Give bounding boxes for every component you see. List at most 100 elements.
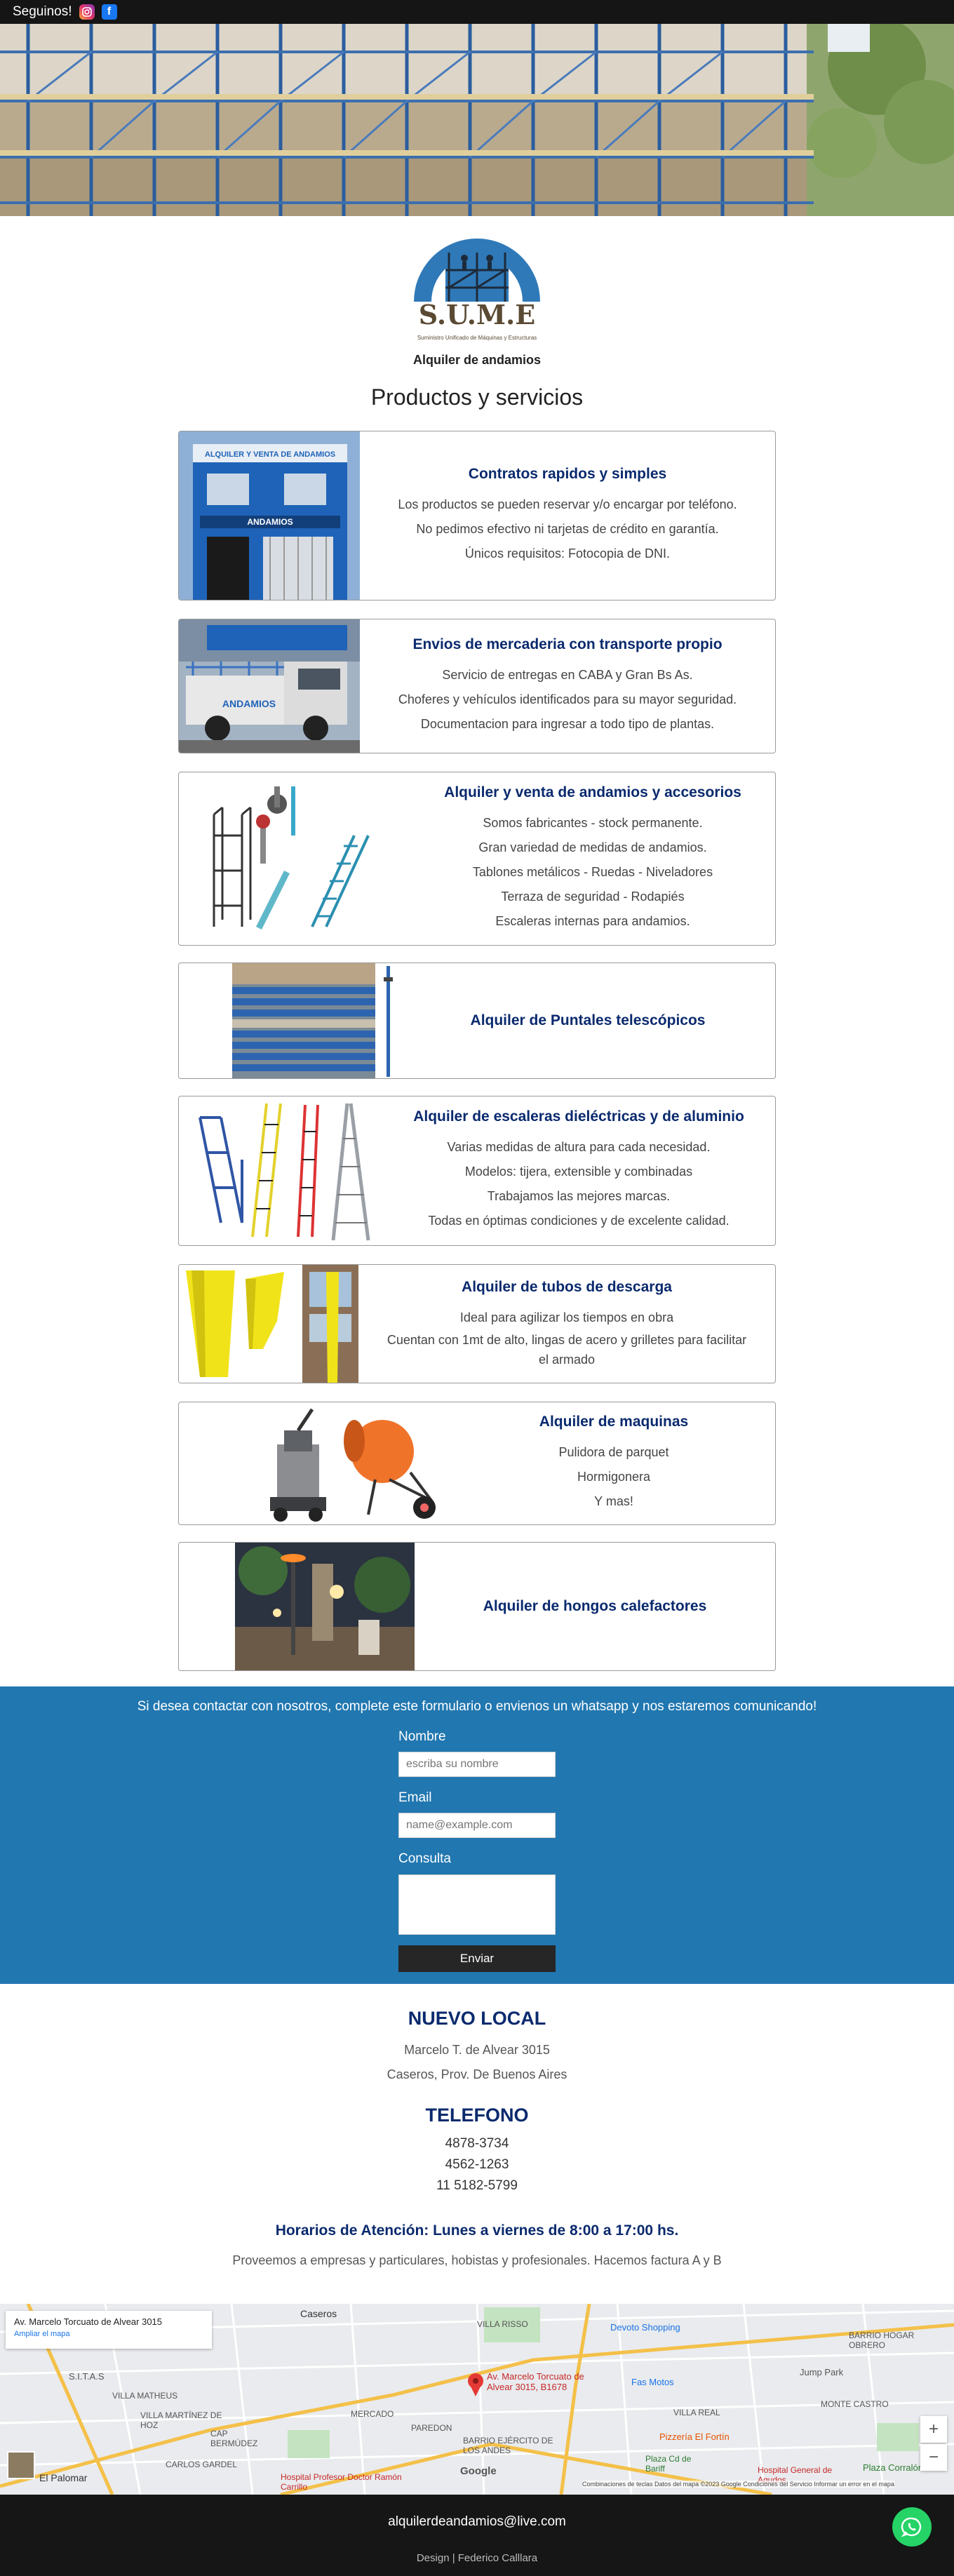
- svg-text:ANDAMIOS: ANDAMIOS: [247, 517, 293, 527]
- phone-number: 4878-3734: [445, 2136, 509, 2151]
- contact-intro: Si desea contactar con nosotros, complet…: [137, 1699, 817, 1714]
- map-label: VILLA REAL: [673, 2408, 720, 2417]
- service-line: Gran variedad de medidas de andamios.: [478, 840, 707, 854]
- map-attribution: Combinaciones de teclas Datos del mapa ©…: [582, 2481, 894, 2488]
- map-label: Caseros: [300, 2308, 337, 2319]
- service-card: Alquiler y venta de andamios y accesorio…: [178, 772, 776, 946]
- service-line: Tablones metálicos - Ruedas - Niveladore…: [472, 864, 713, 879]
- map-enlarge-link[interactable]: Ampliar el mapa: [14, 2330, 203, 2338]
- street-view-thumbnail[interactable]: [7, 2451, 35, 2479]
- service-line: Escaleras internas para andamios.: [495, 913, 690, 928]
- providers-note: Proveemos a empresas y particulares, hob…: [232, 2253, 722, 2267]
- logo-subtext: Suministro Unificado de Máquinas y Estru…: [417, 335, 537, 341]
- message-textarea[interactable]: [398, 1874, 556, 1935]
- phone-number: 11 5182-5799: [436, 2178, 518, 2193]
- map-label: Plaza Cd de Bariff: [645, 2454, 692, 2474]
- service-card: Alquiler de escaleras dieléctricas y de …: [178, 1096, 776, 1246]
- svg-text:ALQUILER Y VENTA DE ANDAMIOS: ALQUILER Y VENTA DE ANDAMIOS: [205, 450, 335, 459]
- location-map[interactable]: Av. Marcelo Torcuato de Alvear 3015 Ampl…: [0, 2304, 954, 2495]
- service-title: Alquiler de hongos calefactores: [483, 1598, 707, 1614]
- service-line: Modelos: tijera, extensible y combinadas: [464, 1165, 693, 1179]
- service-line: Pulidora de parquet: [558, 1444, 669, 1459]
- map-label: BARRIO EJÉRCITO DE LOS ANDES: [463, 2436, 553, 2455]
- service-line: Y mas!: [594, 1494, 633, 1508]
- whatsapp-button[interactable]: [892, 2507, 932, 2547]
- instagram-icon[interactable]: [79, 4, 95, 20]
- map-label: Plaza Corralón: [863, 2462, 923, 2473]
- map-label: PAREDON: [411, 2423, 452, 2433]
- service-line: Ideal para agilizar los tiempos en obra: [459, 1310, 674, 1324]
- service-card: Alquiler de Puntales telescópicos: [178, 962, 776, 1079]
- phone-heading: TELEFONO: [425, 2105, 529, 2126]
- service-line: Documentacion para ingresar a todo tipo …: [420, 716, 715, 731]
- storefront-image: ALQUILER Y VENTA DE ANDAMIOS ANDAMIOS: [179, 431, 360, 600]
- service-title: Alquiler de tubos de descarga: [462, 1278, 672, 1295]
- service-title: Alquiler de maquinas: [539, 1413, 689, 1430]
- message-label: Consulta: [398, 1851, 451, 1866]
- footer-email[interactable]: alquilerdeandamios@live.com: [0, 2514, 954, 2530]
- business-hours: Horarios de Atención: Lunes a viernes de…: [275, 2222, 679, 2239]
- service-title: Alquiler de escaleras dieléctricas y de …: [413, 1108, 744, 1125]
- phone-number: 4562-1263: [445, 2157, 509, 2172]
- map-label: VILLA RISSO: [477, 2319, 528, 2329]
- delivery-truck-image: ANDAMIOS: [179, 619, 360, 753]
- service-line: Cuentan con 1mt de alto, lingas de acero…: [387, 1332, 747, 1367]
- map-pin-label: Av. Marcelo Torcuato de Alvear 3015, B16…: [487, 2371, 584, 2392]
- brand-tagline: Alquiler de andamios: [412, 353, 542, 367]
- map-label: Devoto Shopping: [610, 2322, 680, 2333]
- telescopic-props-image: [232, 963, 401, 1078]
- map-label: CAP BERMÚDEZ: [210, 2429, 258, 2448]
- service-line: Terraza de seguridad - Rodapiés: [501, 889, 685, 904]
- machines-image: [249, 1402, 452, 1524]
- google-logo: Google: [460, 2465, 497, 2477]
- scaffold-accessories-image: [200, 772, 382, 945]
- footer: alquilerdeandamios@live.com Design | Fed…: [0, 2495, 954, 2576]
- whatsapp-icon: [901, 2517, 922, 2537]
- map-label: VILLA MATHEUS: [112, 2391, 178, 2401]
- location-heading: NUEVO LOCAL: [408, 2008, 546, 2029]
- service-line: Servicio de entregas en CABA y Gran Bs A…: [442, 667, 693, 682]
- email-label: Email: [398, 1790, 432, 1805]
- service-line: Hormigonera: [577, 1469, 651, 1484]
- social-bar: Seguinos! f: [0, 0, 954, 24]
- hero-scaffolding-image: [0, 24, 954, 216]
- service-line: Choferes y vehículos identificados para …: [398, 692, 737, 706]
- map-label: CARLOS GARDEL: [166, 2460, 238, 2469]
- map-label: VILLA MARTÍNEZ DE HOZ: [140, 2410, 222, 2430]
- service-card: Alquiler de hongos calefactores: [178, 1542, 776, 1671]
- zoom-out-button[interactable]: −: [920, 2444, 947, 2471]
- map-label: S.I.T.A.S: [69, 2371, 105, 2382]
- discharge-tubes-image: [179, 1265, 358, 1383]
- service-title: Envios de mercaderia con transporte prop…: [412, 636, 723, 652]
- service-line: Todas en óptimas condiciones y de excele…: [428, 1214, 730, 1228]
- svg-text:ANDAMIOS: ANDAMIOS: [222, 698, 276, 709]
- facebook-icon[interactable]: f: [101, 4, 117, 20]
- map-place-card: Av. Marcelo Torcuato de Alvear 3015 Ampl…: [6, 2311, 212, 2349]
- map-label: Jump Park: [800, 2367, 844, 2377]
- service-title: Contratos rapidos y simples: [468, 465, 667, 482]
- service-card: Alquiler de maquinas Pulidora de parquet…: [178, 1402, 776, 1525]
- logo-text: S.U.M.E: [419, 299, 535, 330]
- map-place-title: Av. Marcelo Torcuato de Alvear 3015: [14, 2316, 163, 2327]
- service-line: Trabajamos las mejores marcas.: [487, 1189, 671, 1203]
- service-card: ALQUILER Y VENTA DE ANDAMIOS ANDAMIOS Co…: [178, 431, 776, 601]
- footer-credit: Design | Federico Calllara: [416, 2552, 538, 2564]
- map-label: Fas Motos: [631, 2377, 674, 2387]
- patio-heaters-image: [235, 1543, 415, 1670]
- ladders-image: [193, 1096, 382, 1245]
- map-label: Hospital Profesor Doctor Ramón Carrillo: [281, 2472, 402, 2492]
- map-label: MONTE CASTRO: [821, 2399, 889, 2409]
- service-card: Alquiler de tubos de descarga Ideal para…: [178, 1264, 776, 1383]
- email-input[interactable]: [398, 1813, 556, 1838]
- submit-button[interactable]: Enviar: [398, 1945, 556, 1972]
- address-line-1: Marcelo T. de Alvear 3015: [404, 2043, 550, 2057]
- service-title: Alquiler y venta de andamios y accesorio…: [444, 784, 741, 800]
- zoom-in-button[interactable]: +: [920, 2416, 947, 2443]
- name-input[interactable]: [398, 1752, 556, 1777]
- section-title: Productos y servicios: [370, 384, 584, 410]
- service-line: No pedimos efectivo ni tarjetas de crédi…: [416, 521, 719, 536]
- map-label: El Palomar: [39, 2472, 88, 2483]
- service-line: Somos fabricantes - stock permanente.: [483, 815, 703, 830]
- follow-label: Seguinos!: [13, 4, 72, 19]
- map-label: Pizzería El Fortín: [659, 2431, 730, 2442]
